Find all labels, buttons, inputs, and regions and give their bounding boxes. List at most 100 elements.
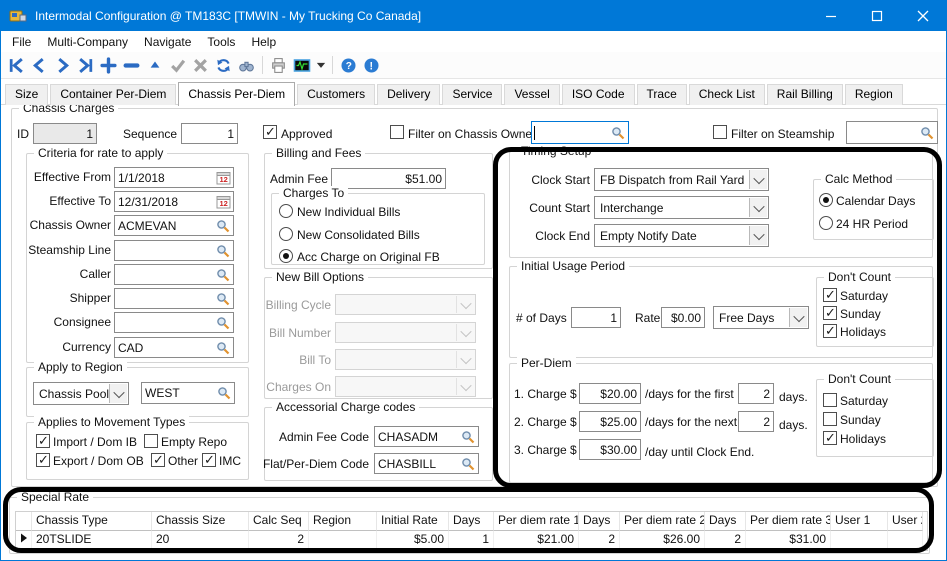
table-cell[interactable] bbox=[309, 531, 377, 550]
column-header[interactable]: Days bbox=[579, 512, 620, 531]
chevron-down-icon[interactable] bbox=[749, 226, 767, 245]
minimize-button[interactable] bbox=[808, 1, 854, 31]
per-diem-2-days-field[interactable] bbox=[738, 411, 774, 432]
tab-trace[interactable]: Trace bbox=[637, 84, 687, 105]
rate-field[interactable] bbox=[661, 307, 705, 328]
filter-steamship-field[interactable] bbox=[846, 121, 938, 144]
column-header[interactable]: Per diem rate 2 bbox=[620, 512, 705, 531]
per-diem-1-days-field[interactable] bbox=[738, 383, 774, 404]
column-header[interactable]: Days bbox=[705, 512, 746, 531]
table-cell[interactable]: $21.00 bbox=[494, 531, 579, 550]
tab-delivery[interactable]: Delivery bbox=[377, 84, 440, 105]
filter-steamship-checkbox[interactable]: ✓ bbox=[713, 125, 727, 139]
column-header[interactable]: Calc Seq bbox=[249, 512, 309, 531]
tab-check-list[interactable]: Check List bbox=[689, 84, 765, 105]
calendar-days-radio[interactable] bbox=[819, 193, 833, 207]
column-header[interactable]: Per diem rate 1 bbox=[494, 512, 579, 531]
chevron-down-icon[interactable] bbox=[749, 170, 767, 189]
menu-multi-company[interactable]: Multi-Company bbox=[39, 33, 136, 51]
effective-to-field[interactable]: 12 bbox=[114, 191, 234, 212]
tab-size[interactable]: Size bbox=[5, 84, 48, 105]
table-cell[interactable]: 20TSLIDE bbox=[32, 531, 152, 550]
tab-iso-code[interactable]: ISO Code bbox=[562, 84, 635, 105]
chassis-owner-field[interactable] bbox=[114, 215, 234, 236]
chevron-down-icon[interactable] bbox=[789, 308, 807, 327]
admin-fee-code-field[interactable] bbox=[374, 426, 479, 447]
per-diem-2-amount-field[interactable] bbox=[579, 411, 641, 432]
per-diem-holidays-checkbox[interactable]: ✓ bbox=[823, 431, 837, 445]
new-individual-bills-radio[interactable] bbox=[279, 204, 293, 218]
per-diem-saturday-checkbox[interactable]: ✓ bbox=[823, 393, 837, 407]
first-record-icon[interactable] bbox=[5, 54, 28, 77]
last-record-icon[interactable] bbox=[74, 54, 97, 77]
column-header[interactable]: Region bbox=[309, 512, 377, 531]
lookup-icon[interactable] bbox=[919, 125, 936, 140]
sequence-field[interactable] bbox=[181, 123, 238, 144]
lookup-icon[interactable] bbox=[215, 267, 232, 282]
24-hr-period-radio[interactable] bbox=[819, 216, 833, 230]
lookup-icon[interactable] bbox=[610, 125, 627, 140]
monitor-icon[interactable] bbox=[290, 54, 313, 77]
effective-from-field[interactable]: 12 bbox=[114, 167, 234, 188]
help-icon[interactable]: ? bbox=[337, 54, 360, 77]
clock-start-combo[interactable]: FB Dispatch from Rail Yard bbox=[594, 168, 769, 191]
lookup-icon[interactable] bbox=[215, 315, 232, 330]
lookup-icon[interactable] bbox=[215, 340, 232, 355]
table-cell[interactable]: $5.00 bbox=[377, 531, 449, 550]
tab-vessel[interactable]: Vessel bbox=[504, 84, 559, 105]
table-cell[interactable]: 2 bbox=[249, 531, 309, 550]
other-checkbox[interactable]: ✓ bbox=[151, 453, 165, 467]
filter-chassis-owner-field[interactable] bbox=[531, 121, 629, 144]
column-header[interactable]: Per diem rate 3 bbox=[746, 512, 831, 531]
tab-container-per-diem[interactable]: Container Per-Diem bbox=[50, 84, 176, 105]
dropdown-caret-icon[interactable] bbox=[313, 54, 328, 77]
column-header[interactable]: Initial Rate bbox=[377, 512, 449, 531]
calendar-icon[interactable]: 12 bbox=[215, 170, 232, 185]
chevron-down-icon[interactable] bbox=[109, 384, 127, 403]
shipper-field[interactable] bbox=[114, 288, 234, 309]
tab-customers[interactable]: Customers bbox=[297, 84, 375, 105]
admin-fee-field[interactable] bbox=[331, 168, 446, 189]
table-cell[interactable]: $26.00 bbox=[620, 531, 705, 550]
menu-help[interactable]: Help bbox=[243, 33, 284, 51]
menu-navigate[interactable]: Navigate bbox=[136, 33, 199, 51]
tab-service[interactable]: Service bbox=[442, 84, 502, 105]
consignee-field[interactable] bbox=[114, 312, 234, 333]
new-consolidated-bills-radio[interactable] bbox=[279, 227, 293, 241]
column-header[interactable]: Chassis Size bbox=[152, 512, 249, 531]
row-selector-icon[interactable] bbox=[16, 531, 32, 550]
steamship-line-field[interactable] bbox=[114, 240, 234, 261]
confirm-icon[interactable] bbox=[166, 54, 189, 77]
rate-type-combo[interactable]: Free Days bbox=[713, 306, 809, 329]
maximize-button[interactable] bbox=[854, 1, 900, 31]
caller-field[interactable] bbox=[114, 264, 234, 285]
empty-repo-checkbox[interactable]: ✓ bbox=[144, 434, 158, 448]
initial-saturday-checkbox[interactable]: ✓ bbox=[823, 288, 837, 302]
column-header[interactable]: Days bbox=[449, 512, 494, 531]
delete-record-icon[interactable] bbox=[120, 54, 143, 77]
table-cell[interactable]: 20 bbox=[152, 531, 249, 550]
tab-region[interactable]: Region bbox=[845, 84, 903, 105]
column-header[interactable]: User 2 bbox=[888, 512, 923, 531]
lookup-icon[interactable] bbox=[460, 429, 477, 444]
table-cell[interactable]: $31.00 bbox=[746, 531, 831, 550]
chevron-down-icon[interactable] bbox=[749, 198, 767, 217]
add-record-icon[interactable] bbox=[97, 54, 120, 77]
import-dom-ib-checkbox[interactable]: ✓ bbox=[36, 434, 50, 448]
region-field[interactable] bbox=[141, 382, 235, 404]
lookup-icon[interactable] bbox=[460, 456, 477, 471]
lookup-icon[interactable] bbox=[215, 218, 232, 233]
region-type-combo[interactable]: Chassis Pool bbox=[33, 382, 129, 405]
up-icon[interactable] bbox=[143, 54, 166, 77]
cancel-icon[interactable] bbox=[189, 54, 212, 77]
tab-rail-billing[interactable]: Rail Billing bbox=[767, 84, 843, 105]
column-header[interactable]: User 1 bbox=[831, 512, 888, 531]
flat-per-diem-code-field[interactable] bbox=[374, 453, 479, 474]
previous-record-icon[interactable] bbox=[28, 54, 51, 77]
next-record-icon[interactable] bbox=[51, 54, 74, 77]
export-dom-ob-checkbox[interactable]: ✓ bbox=[36, 453, 50, 467]
table-cell[interactable]: 2 bbox=[705, 531, 746, 550]
per-diem-sunday-checkbox[interactable]: ✓ bbox=[823, 412, 837, 426]
initial-holidays-checkbox[interactable]: ✓ bbox=[823, 324, 837, 338]
clock-end-combo[interactable]: Empty Notify Date bbox=[594, 224, 769, 247]
